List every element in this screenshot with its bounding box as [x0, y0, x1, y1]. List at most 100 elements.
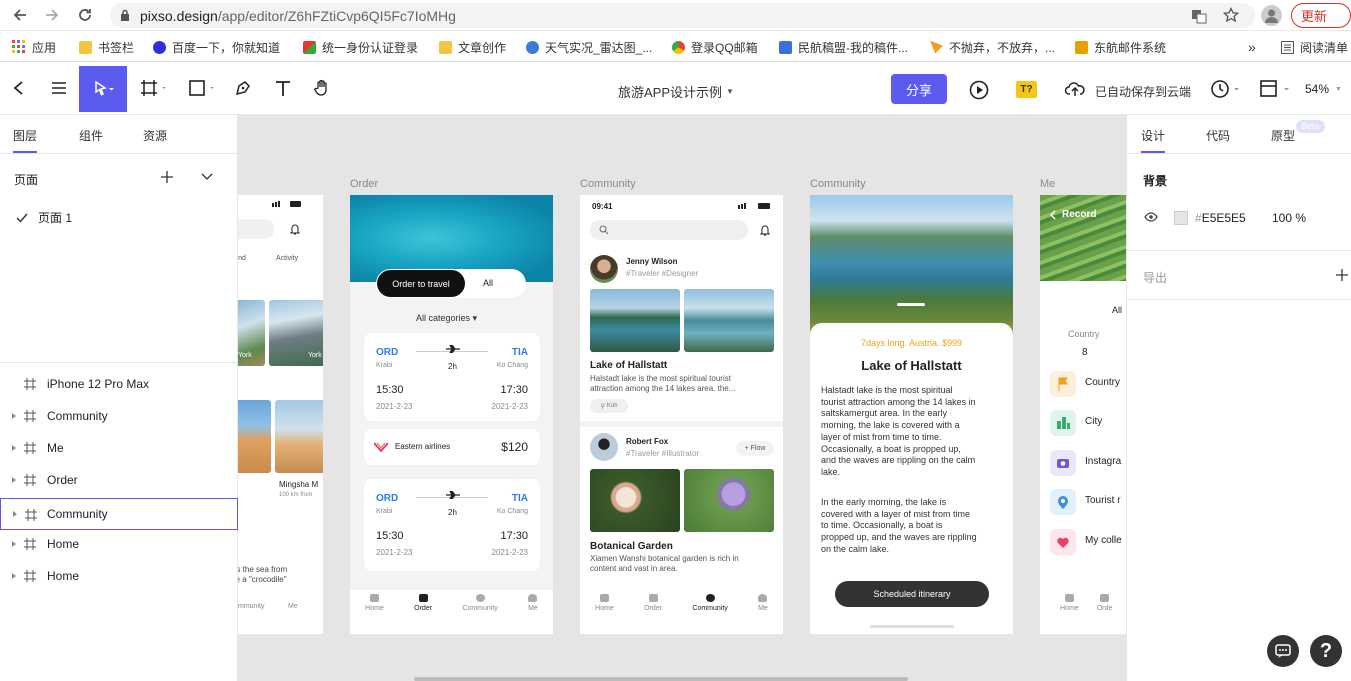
destination-photo[interactable]	[275, 400, 323, 473]
layer-item-selected[interactable]: Community	[0, 498, 238, 530]
tab-code[interactable]: 代码	[1206, 127, 1230, 144]
bookmark-weather[interactable]: 天气实况_雷达图_...	[526, 32, 652, 62]
file-title-dropdown[interactable]: 旅游APP设计示例 ▼	[618, 82, 734, 101]
layer-item[interactable]: Order	[0, 465, 238, 495]
post-photo[interactable]	[590, 469, 680, 532]
eye-visibility-icon[interactable]	[1144, 212, 1158, 222]
nav-item-me[interactable]: Me	[288, 603, 298, 610]
layer-item[interactable]: Home	[0, 561, 238, 591]
categories-dropdown[interactable]: All categories ▾	[416, 313, 477, 324]
present-play-icon[interactable]	[968, 79, 989, 100]
expand-caret-icon[interactable]	[12, 573, 16, 579]
expand-caret-icon[interactable]	[12, 445, 16, 451]
post-photo[interactable]	[684, 469, 774, 532]
tab-prototype[interactable]: 原型	[1271, 127, 1295, 144]
background-opacity-field[interactable]: 100 %	[1272, 211, 1306, 225]
star-icon[interactable]	[1223, 7, 1239, 23]
color-swatch[interactable]	[1174, 211, 1188, 225]
layer-item[interactable]: Me	[0, 433, 238, 463]
frame-label-community[interactable]: Community	[810, 178, 866, 190]
post-photo[interactable]	[684, 289, 774, 352]
horizontal-scrollbar[interactable]	[414, 677, 908, 681]
reading-list[interactable]: 阅读清单	[1281, 32, 1348, 62]
search-bar[interactable]	[238, 219, 274, 239]
bookmarks-more[interactable]: »	[1248, 32, 1256, 62]
order-frame[interactable]: Order to travel All All categories ▾ ORD…	[350, 195, 553, 634]
hand-tool-button[interactable]	[311, 76, 333, 100]
back-icon[interactable]	[12, 7, 28, 23]
background-color-field[interactable]: # E5E5E5	[1195, 211, 1246, 225]
reload-icon[interactable]	[77, 7, 93, 23]
destination-photo[interactable]	[238, 400, 271, 473]
community-detail-frame[interactable]: 7days long. Austria. $999 Lake of Hallst…	[810, 195, 1013, 634]
page-item-1[interactable]: 页面 1	[16, 209, 72, 226]
nav-order[interactable]: Orde	[1097, 590, 1112, 634]
expand-caret-icon[interactable]	[12, 413, 16, 419]
community-feed-frame[interactable]: 09:41 Jenny Wilson #Traveler #Designer L…	[580, 195, 783, 634]
avatar[interactable]	[590, 255, 618, 283]
add-export-icon[interactable]	[1335, 268, 1349, 282]
location-tag[interactable]: ⚲ Koh	[590, 399, 628, 413]
search-input[interactable]	[590, 220, 748, 240]
all-tab[interactable]: All	[483, 278, 493, 288]
pen-tool-button[interactable]	[232, 76, 254, 100]
nav-item-community[interactable]: mmunity	[238, 603, 264, 610]
all-tab[interactable]: All	[1112, 305, 1122, 315]
airline-row[interactable]: Eastern airlines $120	[364, 429, 540, 465]
version-history-button[interactable]	[1208, 79, 1242, 99]
update-button[interactable]: 更新	[1291, 3, 1351, 28]
nav-me[interactable]: Me	[758, 590, 768, 634]
expand-caret-icon[interactable]	[12, 477, 16, 483]
bookmark-news[interactable]: 不抛弃，不放弃，...	[930, 32, 1055, 62]
profile-avatar-icon[interactable]	[1261, 5, 1282, 26]
home-frame[interactable]: round Activity York York Mingsha M 100 k…	[238, 195, 323, 634]
add-page-icon[interactable]	[160, 170, 174, 184]
main-menu-icon[interactable]	[48, 76, 70, 100]
bell-icon[interactable]	[290, 223, 300, 235]
user-name[interactable]: Jenny Wilson	[626, 257, 678, 266]
follow-button[interactable]: + Flow	[736, 441, 774, 456]
bookmark-eastern-mail[interactable]: 东航邮件系统	[1075, 32, 1166, 62]
frame-label-community[interactable]: Community	[580, 178, 636, 190]
nav-home[interactable]: Home	[365, 590, 384, 634]
ticket-card[interactable]: ORD TIA Krabi 2h Ko Chang 15:30 17:30 20…	[364, 333, 540, 421]
shape-tool-button[interactable]	[186, 76, 218, 100]
ticket-card[interactable]: ORD TIA Krabi 2h Ko Chang 15:30 17:30 20…	[364, 479, 540, 571]
nav-home[interactable]: Home	[1060, 590, 1079, 634]
post-photo[interactable]	[590, 289, 680, 352]
order-to-travel-tab[interactable]: Order to travel	[377, 270, 465, 297]
nav-me[interactable]: Me	[528, 590, 538, 634]
share-button[interactable]: 分享	[891, 74, 947, 104]
bookmark-article[interactable]: 文章创作	[439, 32, 506, 62]
layer-item[interactable]: Home	[0, 529, 238, 559]
tab-layers[interactable]: 图层	[13, 127, 37, 144]
back-arrow-icon[interactable]	[8, 76, 30, 100]
nav-home[interactable]: Home	[595, 590, 614, 634]
nav-community[interactable]: Community	[462, 590, 498, 634]
forward-icon[interactable]	[44, 7, 60, 23]
frame-tool-button[interactable]	[138, 76, 170, 100]
bookmark-minhang[interactable]: 民航稿盟-我的稿件...	[779, 32, 908, 62]
nav-order[interactable]: Order	[644, 590, 662, 634]
record-back-button[interactable]: Record	[1050, 209, 1096, 220]
layer-item[interactable]: iPhone 12 Pro Max	[0, 369, 238, 399]
bookmark-login[interactable]: 统一身份认证登录	[303, 32, 418, 62]
scheduled-itinerary-button[interactable]: Scheduled itinerary	[835, 581, 989, 607]
bookmark-folder[interactable]: 书签栏	[79, 32, 134, 62]
text-tool-button[interactable]	[272, 76, 294, 100]
frame-label-order[interactable]: Order	[350, 178, 378, 190]
bookmark-qqmail[interactable]: 登录QQ邮箱	[672, 32, 758, 62]
bell-icon[interactable]	[760, 224, 770, 236]
expand-caret-icon[interactable]	[12, 541, 16, 547]
tab-design[interactable]: 设计	[1141, 127, 1165, 144]
design-canvas[interactable]: Order Community Community Me round Activ…	[238, 115, 1126, 681]
chat-support-icon[interactable]	[1267, 635, 1299, 667]
zoom-dropdown[interactable]: 54% ▼	[1305, 82, 1342, 96]
expand-caret-icon[interactable]	[13, 511, 17, 517]
me-frame[interactable]: Record All Country 8 Country City Instag…	[1040, 195, 1126, 634]
move-tool-button[interactable]	[79, 66, 127, 112]
collapse-chevron-icon[interactable]	[200, 172, 214, 182]
nav-community[interactable]: Community	[692, 590, 728, 634]
help-question-icon[interactable]: ?	[1310, 635, 1342, 667]
translate-icon[interactable]	[1191, 8, 1207, 24]
